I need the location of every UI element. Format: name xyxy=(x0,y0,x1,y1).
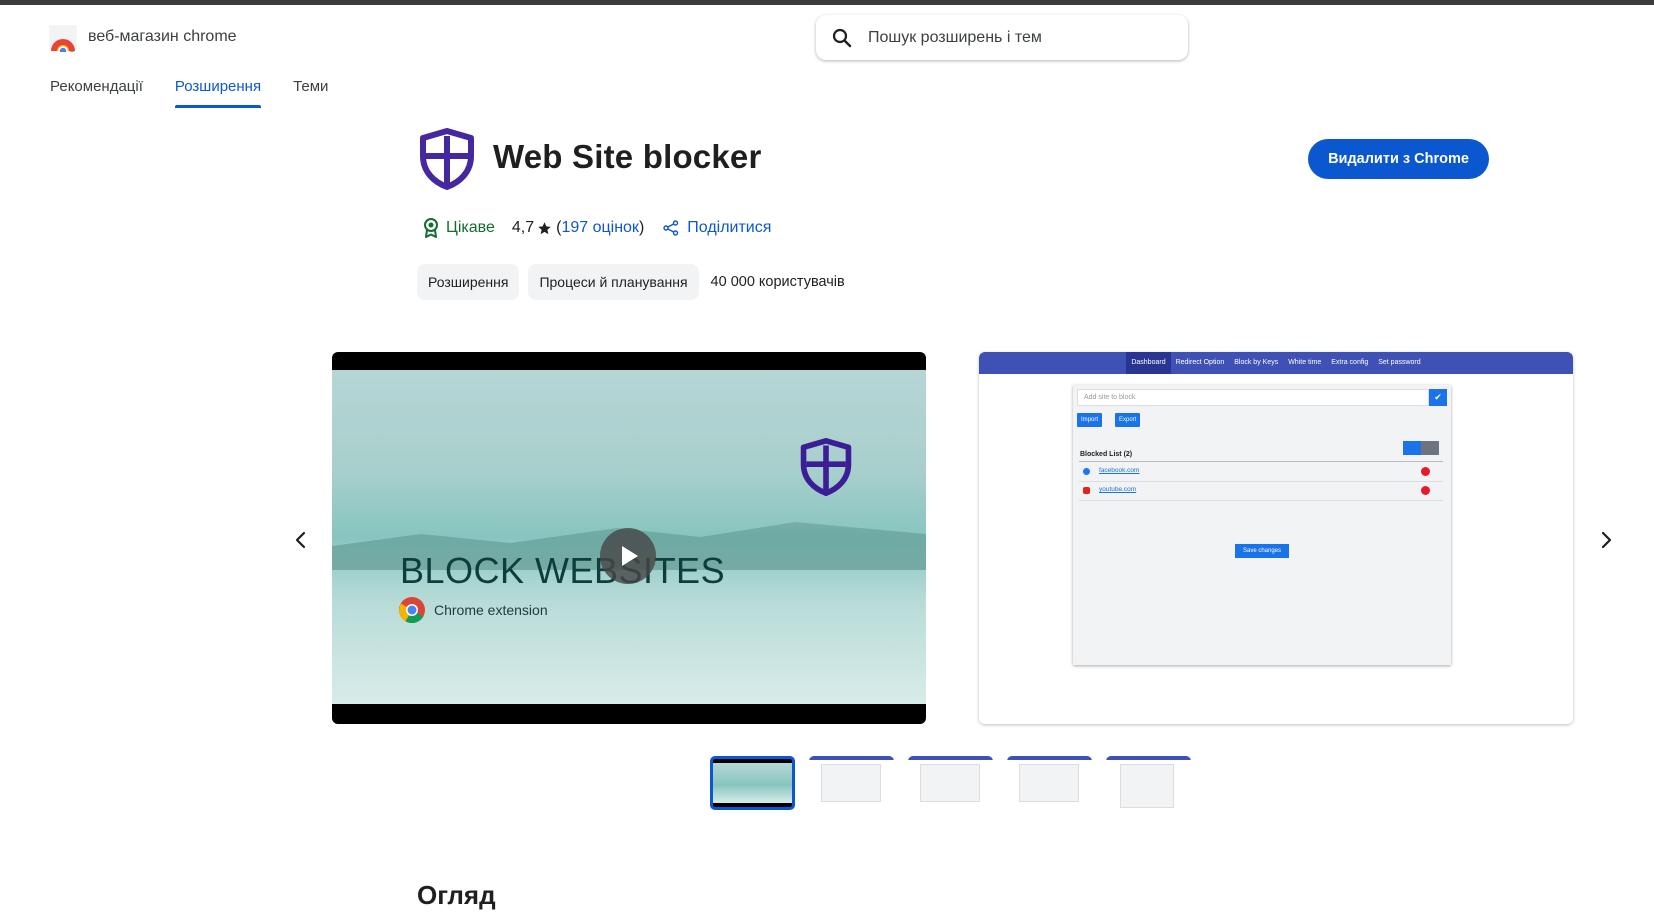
shot-nav-item: White time xyxy=(1288,359,1322,366)
shot-list-title: Blocked List (2) xyxy=(1080,451,1133,458)
thumbnail-panel xyxy=(1120,764,1174,808)
thumbnail-bar xyxy=(809,756,894,760)
share-icon[interactable] xyxy=(663,220,679,236)
shot-save-button: Save changes xyxy=(1235,544,1289,558)
carousel-next-icon[interactable] xyxy=(1594,528,1618,552)
extension-screenshot[interactable]: Dashboard Redirect Option Block by Keys … xyxy=(979,352,1573,724)
star-icon xyxy=(538,221,551,234)
thumbnail-bar xyxy=(1106,756,1191,760)
thumbnail-screenshot[interactable] xyxy=(809,756,894,810)
shot-remove-icon xyxy=(1421,486,1430,495)
paren-close: ) xyxy=(638,219,645,236)
video-subtitle: Chrome extension xyxy=(434,602,548,618)
overview-heading: Огляд xyxy=(417,880,496,910)
screenshot-nav: Dashboard Redirect Option Block by Keys … xyxy=(979,352,1573,374)
thumbnail-bar xyxy=(908,756,993,760)
tab-themes[interactable]: Теми xyxy=(293,78,328,108)
thumbnail-screenshot[interactable] xyxy=(908,756,993,810)
thumbnail-panel xyxy=(821,764,881,802)
shot-site-link: facebook.com xyxy=(1099,467,1140,474)
youtube-icon xyxy=(1083,487,1090,494)
search-icon[interactable] xyxy=(830,26,854,50)
shot-site-link: youtube.com xyxy=(1099,486,1137,493)
search-input[interactable] xyxy=(868,15,1178,60)
search-box[interactable] xyxy=(816,15,1188,60)
video-headline: BLOCK WEBSITES xyxy=(400,550,726,591)
shield-icon xyxy=(420,128,474,190)
shot-nav-item: Dashboard xyxy=(1126,352,1171,374)
shot-nav-item: Block by Keys xyxy=(1234,359,1279,366)
thumbnail-panel xyxy=(1019,764,1079,802)
store-title[interactable]: веб-магазин chrome xyxy=(88,28,237,46)
shot-site-row: facebook.com xyxy=(1079,462,1443,481)
shot-trash-icon xyxy=(1421,441,1439,455)
play-button[interactable] xyxy=(600,528,656,584)
carousel-prev-icon[interactable] xyxy=(289,528,313,552)
tab-recommendations[interactable]: Рекомендації xyxy=(50,78,143,108)
divider xyxy=(1079,500,1443,501)
chrome-logo-icon xyxy=(398,597,425,624)
thumbnail-panel xyxy=(920,764,980,802)
share-button[interactable]: Поділитися xyxy=(687,219,771,237)
screenshot-panel: Add site to block ✔ Import Export Blocke… xyxy=(1073,385,1451,665)
shot-nav-item: Set password xyxy=(1378,359,1421,366)
top-window-edge xyxy=(0,0,1654,5)
chip-extensions[interactable]: Розширення xyxy=(417,264,520,300)
shot-save-icon xyxy=(1403,441,1421,455)
category-nav: Рекомендації Розширення Теми xyxy=(50,78,360,108)
promo-video[interactable]: BLOCK WEBSITES Chrome extension xyxy=(332,352,926,724)
shot-check-icon: ✔ xyxy=(1429,389,1447,406)
users-count: 40 000 користувачів xyxy=(710,274,845,290)
play-icon xyxy=(622,546,638,566)
shot-export-button: Export xyxy=(1115,413,1141,427)
video-frame: BLOCK WEBSITES Chrome extension xyxy=(332,370,926,704)
rating-value: 4,7 xyxy=(511,219,535,236)
thumbnail-bar xyxy=(1007,756,1092,760)
shot-remove-icon xyxy=(1421,467,1430,476)
extension-meta: Цікаве 4,7 (197 оцінок) Поділитися xyxy=(422,218,771,238)
shot-nav-item: Extra config xyxy=(1331,359,1369,366)
shot-site-row: youtube.com xyxy=(1079,481,1443,500)
media-thumbnails xyxy=(710,756,1205,810)
thumbnail-video-image xyxy=(713,763,792,803)
ratings-count-link[interactable]: 197 оцінок xyxy=(561,219,639,237)
facebook-icon xyxy=(1083,468,1090,475)
thumbnail-screenshot[interactable] xyxy=(1007,756,1092,810)
remove-from-chrome-button[interactable]: Видалити з Chrome xyxy=(1308,139,1489,179)
video-shield-icon xyxy=(800,438,852,496)
chrome-web-store-logo-icon[interactable] xyxy=(48,24,78,56)
shot-nav-item: Redirect Option xyxy=(1175,359,1225,366)
tab-extensions[interactable]: Розширення xyxy=(174,78,262,108)
featured-label[interactable]: Цікаве xyxy=(446,219,495,237)
thumbnail-screenshot[interactable] xyxy=(1106,756,1191,810)
shot-list-actions xyxy=(1403,441,1439,455)
category-chips: Розширення Процеси й планування 40 000 к… xyxy=(417,264,845,300)
extension-title: Web Site blocker xyxy=(493,138,762,175)
shot-add-site-input: Add site to block xyxy=(1077,389,1429,406)
shot-import-button: Import xyxy=(1077,413,1103,427)
featured-badge-icon xyxy=(424,218,438,238)
chip-workflow-planning[interactable]: Процеси й планування xyxy=(528,264,699,300)
thumbnail-video[interactable] xyxy=(710,756,795,810)
thumbnail-video-frame xyxy=(713,759,792,807)
